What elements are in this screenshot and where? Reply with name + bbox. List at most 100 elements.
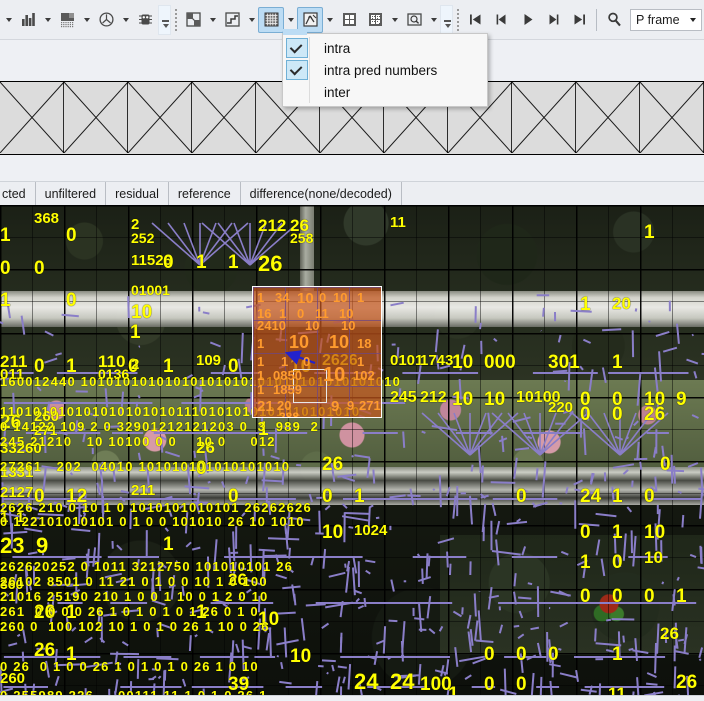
skip-to-first-frame-button[interactable] xyxy=(462,7,488,33)
selected-macroblock-region[interactable]: 1 34 10 0 10 1 16 1 0 11 10 2410 10 10 1 10 10 18 1 1 0 1 1 085… xyxy=(252,286,382,418)
prediction-number: 1 xyxy=(196,252,207,273)
quad-blocks-dotted-button[interactable] xyxy=(362,7,388,33)
transform-button[interactable] xyxy=(219,7,245,33)
gop-cell[interactable] xyxy=(575,82,641,153)
partition-button[interactable] xyxy=(180,7,206,33)
status-bar xyxy=(0,695,704,701)
prediction-number: 368 xyxy=(34,210,60,227)
prediction-number: 0 xyxy=(580,586,591,607)
prediction-number: 23 xyxy=(0,533,25,558)
timing-dropdown[interactable] xyxy=(119,7,132,33)
prediction-number: 0 xyxy=(484,674,495,695)
overlay-dropdown[interactable] xyxy=(80,7,93,33)
quad-blocks-button[interactable] xyxy=(336,7,362,33)
menu-item-inter[interactable]: inter xyxy=(283,81,487,103)
overlay-button[interactable] xyxy=(54,7,80,33)
prediction-number: 11 xyxy=(390,214,406,231)
selected-region-number: 10 xyxy=(333,290,348,305)
leading-dropdown-arrow[interactable] xyxy=(2,7,15,33)
gop-cell[interactable] xyxy=(0,82,65,153)
prediction-number: 11 xyxy=(608,684,626,695)
toolbar-separator-2 xyxy=(453,7,462,33)
fine-grid-icon xyxy=(263,11,280,28)
prediction-number: 0 xyxy=(66,225,77,246)
quad-grid-icon xyxy=(341,11,358,28)
prediction-number: 9 xyxy=(36,533,49,558)
skip-to-last-frame-button[interactable] xyxy=(566,7,592,33)
prediction-number: 211 xyxy=(131,482,156,499)
prediction-number: 301 xyxy=(548,352,580,373)
menu-item-label: intra pred numbers xyxy=(324,62,438,78)
menu-item-intra[interactable]: intra xyxy=(283,37,487,59)
prediction-number: 0 xyxy=(644,586,655,607)
tab-difference-none-decoded-[interactable]: difference(none/decoded) xyxy=(240,182,402,206)
checkbox-empty-icon[interactable] xyxy=(286,82,308,102)
step-forward-icon xyxy=(545,11,562,28)
tab-reference[interactable]: reference xyxy=(168,182,241,206)
prediction-number: 0 xyxy=(322,486,333,507)
gop-cell[interactable] xyxy=(511,82,577,153)
gop-cell[interactable] xyxy=(639,82,704,153)
gop-cell[interactable] xyxy=(63,82,129,153)
prediction-number: 0 xyxy=(163,252,174,273)
skip-start-icon xyxy=(467,11,484,28)
prediction-mode-dropdown[interactable] xyxy=(323,7,336,33)
prediction-number: 212 xyxy=(420,389,447,406)
selected-region-number: 10 xyxy=(305,318,320,333)
tab-label: difference(none/decoded) xyxy=(249,187,392,201)
prediction-number: 1 xyxy=(228,252,239,273)
prediction-number: 212 xyxy=(258,216,287,235)
tab-unfiltered[interactable]: unfiltered xyxy=(35,182,107,206)
tab-cted[interactable]: cted xyxy=(0,182,36,206)
frame-type-selector[interactable]: P frame xyxy=(630,8,702,31)
selected-region-number: 10 xyxy=(289,332,310,352)
prediction-number: 000 xyxy=(484,352,516,373)
zoom-region-dropdown[interactable] xyxy=(427,7,440,33)
selected-region-number: 1 xyxy=(257,382,265,397)
chip-icon xyxy=(137,11,154,28)
selected-region-number: 1 xyxy=(257,354,265,369)
prediction-number: 0 xyxy=(34,258,45,279)
prediction-number: 10 xyxy=(452,389,474,410)
selected-region-number: 0850 xyxy=(273,368,302,383)
checkmark-icon[interactable] xyxy=(286,38,308,58)
quad-grid-dotted-icon xyxy=(367,11,384,28)
gop-cell[interactable] xyxy=(127,82,193,153)
prediction-number: 1 xyxy=(580,294,591,315)
selected-region-number: 18 xyxy=(357,336,372,351)
prediction-number-row: 260 0 100 102 10 1 0 1 0 26 1 10 0 26 xyxy=(0,619,270,634)
prediction-number: 10 xyxy=(131,302,153,323)
selected-region-number: 1859 xyxy=(273,382,302,397)
prediction-number: 0 xyxy=(516,644,527,665)
toolbar-overflow-1[interactable] xyxy=(158,4,171,35)
prediction-number: 0 xyxy=(484,644,495,665)
play-button[interactable] xyxy=(514,7,540,33)
prediction-number-row: 21016 25190 210 1 0 0 1 10 0 1 2 0 10 xyxy=(0,589,269,604)
partition-dropdown[interactable] xyxy=(206,7,219,33)
prediction-number: 252 xyxy=(131,230,155,246)
selected-region-number: 9 xyxy=(347,398,355,413)
zoom-region-button[interactable] xyxy=(401,7,427,33)
menu-item-intra-pred-numbers[interactable]: intra pred numbers xyxy=(283,59,487,81)
gop-cell[interactable] xyxy=(191,82,257,153)
step-forward-button[interactable] xyxy=(540,7,566,33)
prediction-number-row: 262620252 0 1011 3212750 101010101 26 xyxy=(0,559,294,574)
prediction-number: 10 xyxy=(322,522,344,543)
search-frame-button[interactable] xyxy=(601,7,627,33)
transform-dropdown[interactable] xyxy=(245,7,258,33)
step-back-button[interactable] xyxy=(488,7,514,33)
statistics-button[interactable] xyxy=(15,7,41,33)
selected-region-number: 102 xyxy=(353,368,375,383)
timing-button[interactable] xyxy=(93,7,119,33)
quad-blocks-dropdown[interactable] xyxy=(388,7,401,33)
prediction-number: 220 xyxy=(548,399,574,416)
bitstream-button[interactable] xyxy=(132,7,158,33)
grid-overlay-button[interactable] xyxy=(258,6,284,33)
checkmark-icon[interactable] xyxy=(286,60,308,80)
toolbar-overflow-2[interactable] xyxy=(440,4,453,35)
prediction-number-row: 0 122101010101 0 1 0 0 101010 26 10 1010 xyxy=(0,514,305,529)
statistics-dropdown[interactable] xyxy=(41,7,54,33)
video-analysis-canvas[interactable]: 368 1 0 0 0 1 0 1 211 0 1 110 0 011 0136 26 260 271 33260 1… xyxy=(0,205,704,695)
tab-residual[interactable]: residual xyxy=(106,182,169,206)
prediction-number: 1 xyxy=(130,322,141,343)
